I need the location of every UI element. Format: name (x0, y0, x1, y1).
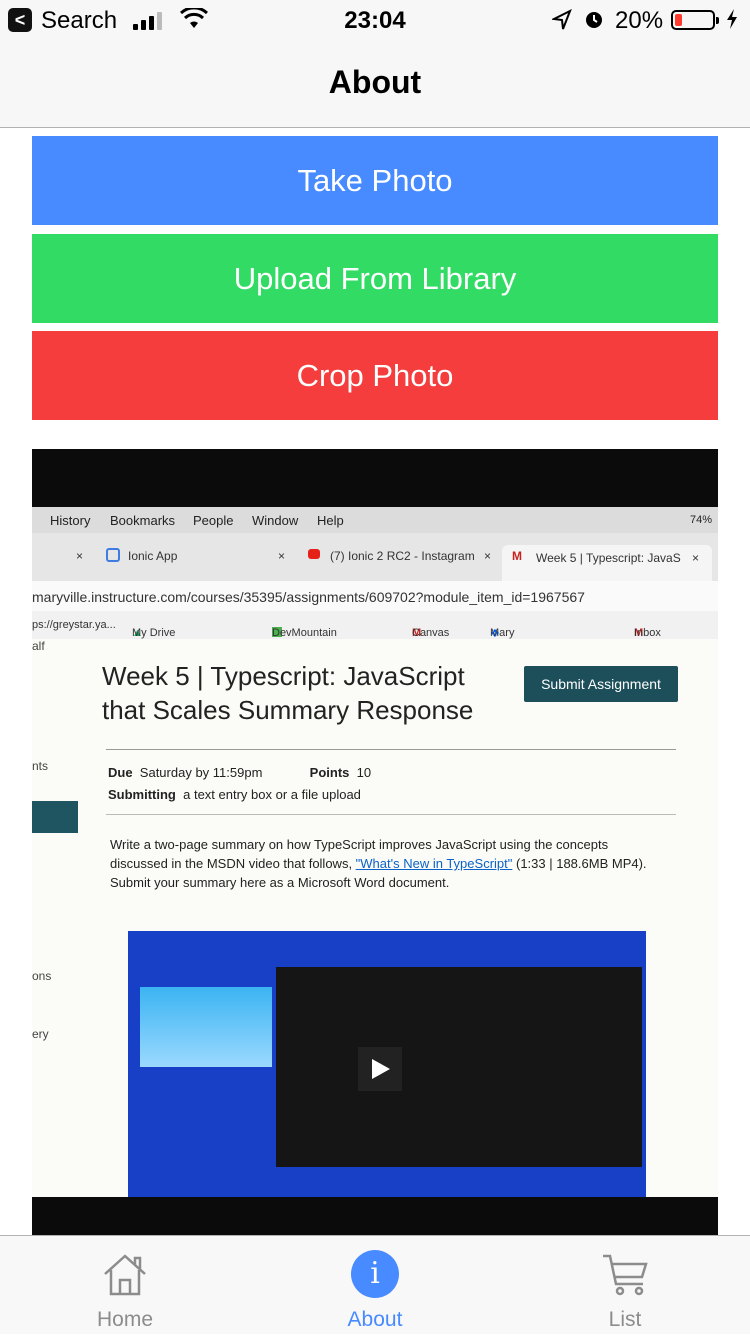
photo-url-bar: maryville.instructure.com/courses/35395/… (32, 581, 718, 611)
photo-tab: × (7) Ionic 2 RC2 - Instagram × (278, 549, 492, 563)
cart-icon (603, 1254, 648, 1296)
tab-about[interactable]: i About (250, 1236, 500, 1335)
page-title: About (328, 64, 422, 100)
photo-menu-item: Help (317, 513, 344, 528)
photo-submit-assignment: Submit Assignment (524, 666, 678, 702)
photo-laptop-screen: History Bookmarks People Window Help 74%… (32, 507, 718, 1197)
photo-menu-battery: 74% (690, 514, 713, 526)
photo-page-content: alf nts ons ery Week 5 | Typescript: Jav… (32, 639, 718, 1197)
photo-tab-active: M Week 5 | Typescript: JavaS × (502, 545, 712, 581)
photo-due-line: Due Saturday by 11:59pm Points 10 (108, 765, 372, 780)
photo-tab: × Ionic App (76, 548, 178, 563)
photo-menu-item: History (50, 513, 91, 528)
photo-assignment-body: Write a two-page summary on how TypeScri… (110, 837, 647, 890)
photo-video-thumbnail (140, 987, 272, 1067)
photo-video-player (276, 967, 642, 1167)
captured-photo: History Bookmarks People Window Help 74%… (32, 449, 718, 1235)
tab-home[interactable]: Home (0, 1236, 250, 1335)
battery-icon (671, 10, 719, 30)
charging-icon (727, 9, 737, 29)
photo-browser-tabs: × Ionic App × (7) Ionic 2 RC2 - Instagra… (32, 533, 718, 581)
photo-sidebar-block (32, 801, 78, 833)
photo-video-embed (128, 931, 646, 1197)
crop-photo-button[interactable]: Crop Photo (32, 331, 718, 420)
photo-menu-item: Window (252, 513, 299, 528)
navigation-header: About (0, 40, 750, 128)
photo-menu-item: Bookmarks (110, 513, 176, 528)
status-bar: < Search 23:04 20% (0, 0, 750, 40)
tab-list-label: List (608, 1308, 642, 1331)
photo-bookmarks-bar: ps://greystar.ya... ▲ My Drive - Google.… (32, 611, 718, 663)
battery-percent: 20% (615, 7, 664, 34)
photo-menubar: History Bookmarks People Window Help 74% (32, 507, 718, 533)
tab-about-label: About (347, 1308, 403, 1331)
photo-menu-item: People (193, 513, 234, 528)
gmail-icon: M (512, 549, 522, 563)
info-icon: i (351, 1250, 399, 1298)
alarm-icon (586, 12, 602, 28)
tab-bar: Home i About List (0, 1235, 750, 1334)
youtube-icon (308, 549, 320, 559)
photo-assignment-title: Week 5 | Typescript: JavaScript that Sca… (102, 661, 474, 725)
ionic-logo-icon (106, 548, 120, 562)
play-icon (358, 1047, 402, 1091)
tab-list[interactable]: List (500, 1236, 750, 1335)
upload-from-library-button[interactable]: Upload From Library (32, 234, 718, 323)
tab-home-label: Home (96, 1308, 154, 1331)
take-photo-button[interactable]: Take Photo (32, 136, 718, 225)
photo-submitting-line: Submitting a text entry box or a file up… (108, 787, 361, 802)
location-icon (552, 9, 572, 30)
home-icon (104, 1254, 146, 1296)
